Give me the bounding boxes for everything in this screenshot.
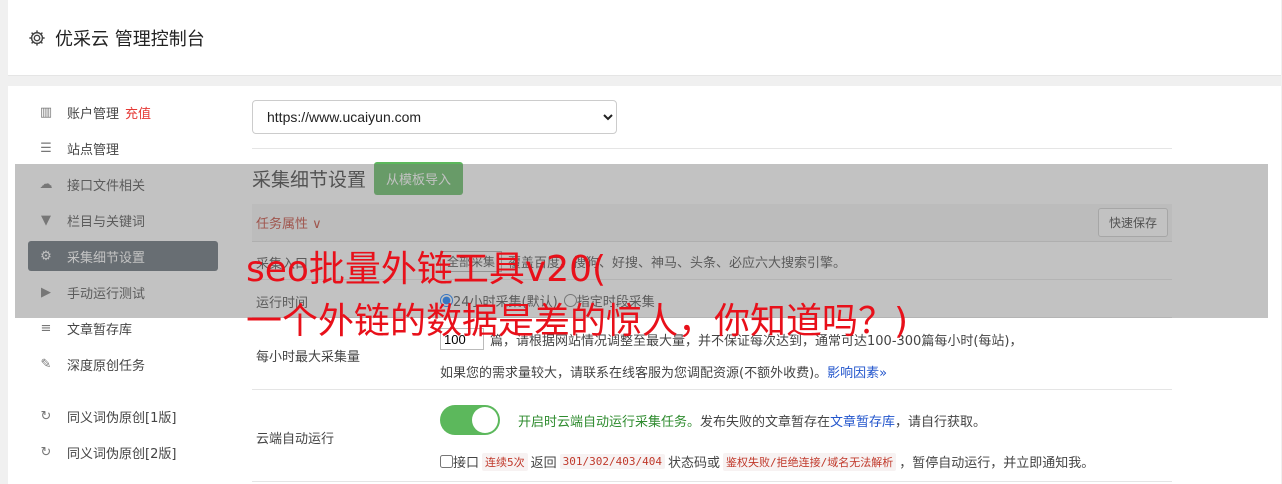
page-title: 优采云 管理控制台 [55, 28, 205, 50]
grey-overlay-band [15, 164, 1268, 318]
main-content: https://www.ucaiyun.com 采集细节设置 从模板导入 任务属… [252, 100, 1172, 482]
sidebar-item-label: 站点管理 [67, 142, 120, 158]
pause-checkbox[interactable] [440, 455, 453, 468]
divider [252, 148, 1172, 149]
row-cloud: 云端自动运行 开启时云端自动运行采集任务。 发布失败的文章暂存在 文章暂存库 ，… [252, 390, 1172, 482]
gear-icon [29, 29, 45, 46]
refresh-icon: ↻ [40, 408, 52, 424]
code-consecutive: 连续5次 [482, 452, 528, 471]
pause-check-label: 接口 [453, 456, 480, 471]
sidebar-item-label: 账户管理 [67, 106, 120, 122]
cloud-green-text: 开启时云端自动运行采集任务。 [518, 414, 701, 430]
cloud-auto-toggle[interactable] [440, 405, 500, 435]
code-errors: 鉴权失败/拒绝连接/域名无法解析 [723, 452, 897, 471]
cloud-label: 云端自动运行 [256, 432, 335, 447]
max-desc-2: 如果您的需求量较大，请联系在线客服为您调配资源(不额外收费)。 [440, 366, 828, 381]
sidebar-item-synonym-v1[interactable]: ↻ 同义词伪原创[1版] [28, 401, 218, 431]
max-label: 每小时最大采集量 [256, 350, 361, 365]
header: 优采云 管理控制台 [8, 0, 1281, 76]
sidebar-item-label: 文章暂存库 [67, 322, 133, 338]
server-icon: ☰ [40, 140, 52, 156]
sidebar-item-label: 同义词伪原创[1版] [67, 410, 177, 426]
sidebar-item-sites[interactable]: ☰ 站点管理 [28, 133, 218, 163]
toggle-knob [472, 407, 498, 433]
code-status: 301/302/403/404 [559, 454, 665, 469]
factors-link[interactable]: 影响因素» [827, 362, 887, 381]
site-select[interactable]: https://www.ucaiyun.com [252, 100, 617, 134]
sidebar-item-label: 同义词伪原创[2版] [67, 446, 177, 462]
sidebar-item-label: 深度原创任务 [67, 358, 146, 374]
sidebar-item-account[interactable]: ▥ 账户管理 充值 [28, 97, 218, 127]
sidebar-item-synonym-v2[interactable]: ↻ 同义词伪原创[2版] [28, 437, 218, 467]
cloud-text-d: 状态码或 [668, 456, 721, 471]
edit-icon: ✎ [40, 356, 52, 372]
article-store-link[interactable]: 文章暂存库 [830, 411, 895, 430]
cloud-text-c: 返回 [530, 456, 557, 471]
cloud-text-a: 发布失败的文章暂存在 [700, 414, 831, 430]
bar-chart-icon: ▥ [39, 104, 53, 120]
sidebar-item-deep-original[interactable]: ✎ 深度原创任务 [28, 349, 218, 379]
refresh-icon: ↻ [40, 444, 52, 460]
cloud-text-b: ，请自行获取。 [895, 414, 987, 430]
cloud-text-e: ，暂停自动运行，并立即通知我。 [899, 456, 1095, 471]
recharge-link[interactable]: 充值 [125, 103, 151, 122]
database-icon: ≡ [40, 320, 52, 336]
overlay-headline-2: 一个外链的数据是差的惊人，你知道吗？) [246, 301, 909, 342]
overlay-headline-1: seo批量外链工具v20( [246, 249, 607, 290]
sidebar-separator [28, 385, 218, 401]
